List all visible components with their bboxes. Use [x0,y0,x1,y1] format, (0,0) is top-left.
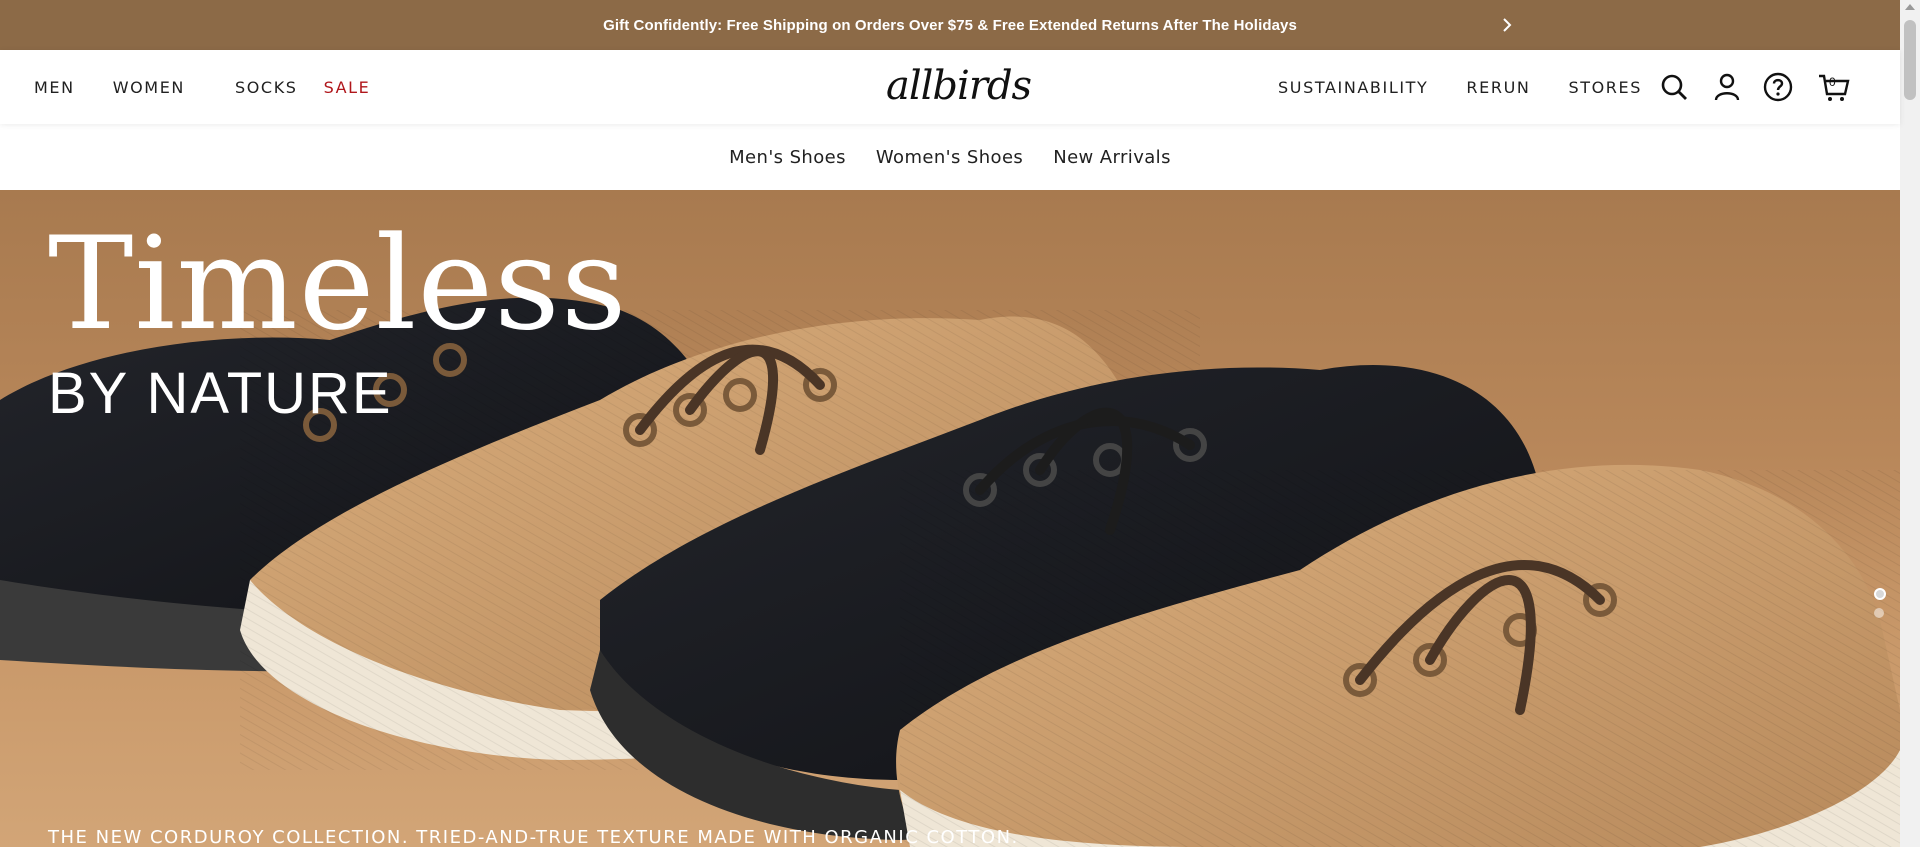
account-icon[interactable] [1712,72,1742,102]
nav-right: SUSTAINABILITY RERUN STORES [1278,50,1680,124]
subnav-new-arrivals[interactable]: New Arrivals [1053,147,1171,168]
main-nav: MEN WOMEN SOCKS SALE allbirds SUSTAINABI… [0,50,1900,124]
nav-women[interactable]: WOMEN [113,78,185,97]
subnav-mens-shoes[interactable]: Men's Shoes [729,147,846,168]
nav-rerun[interactable]: RERUN [1466,78,1530,97]
nav-sale[interactable]: SALE [324,78,371,97]
promo-banner: Gift Confidently: Free Shipping on Order… [0,0,1900,50]
hero-banner[interactable]: Timeless BY NATURE THE NEW CORDUROY COLL… [0,190,1900,847]
cart-icon[interactable]: 0 [1818,72,1850,102]
cart-count: 0 [1829,75,1836,89]
allbirds-logo[interactable]: allbirds [886,66,1032,110]
nav-left: MEN WOMEN SOCKS SALE [34,50,408,124]
hero-caption: THE NEW CORDUROY COLLECTION. TRIED-AND-T… [48,827,1019,847]
subnav-womens-shoes[interactable]: Women's Shoes [876,147,1023,168]
chevron-right-icon[interactable] [1494,12,1520,38]
scroll-thumb[interactable] [1904,20,1916,100]
hero-subtitle: BY NATURE [48,361,393,426]
sub-nav: Men's Shoes Women's Shoes New Arrivals [0,124,1900,190]
nav-socks[interactable]: SOCKS [235,78,298,97]
help-icon[interactable] [1763,72,1793,102]
promo-banner-text: Gift Confidently: Free Shipping on Order… [603,16,1297,34]
scrollbar[interactable] [1900,0,1920,847]
carousel-dot-2[interactable] [1874,608,1884,618]
nav-sustainability[interactable]: SUSTAINABILITY [1278,78,1428,97]
nav-stores[interactable]: STORES [1568,78,1642,97]
hero-title: Timeless [48,210,628,359]
search-icon[interactable] [1659,72,1689,102]
carousel-dot-1[interactable] [1874,588,1886,600]
scroll-up-arrow-icon[interactable] [1905,4,1915,10]
nav-men[interactable]: MEN [34,78,75,97]
